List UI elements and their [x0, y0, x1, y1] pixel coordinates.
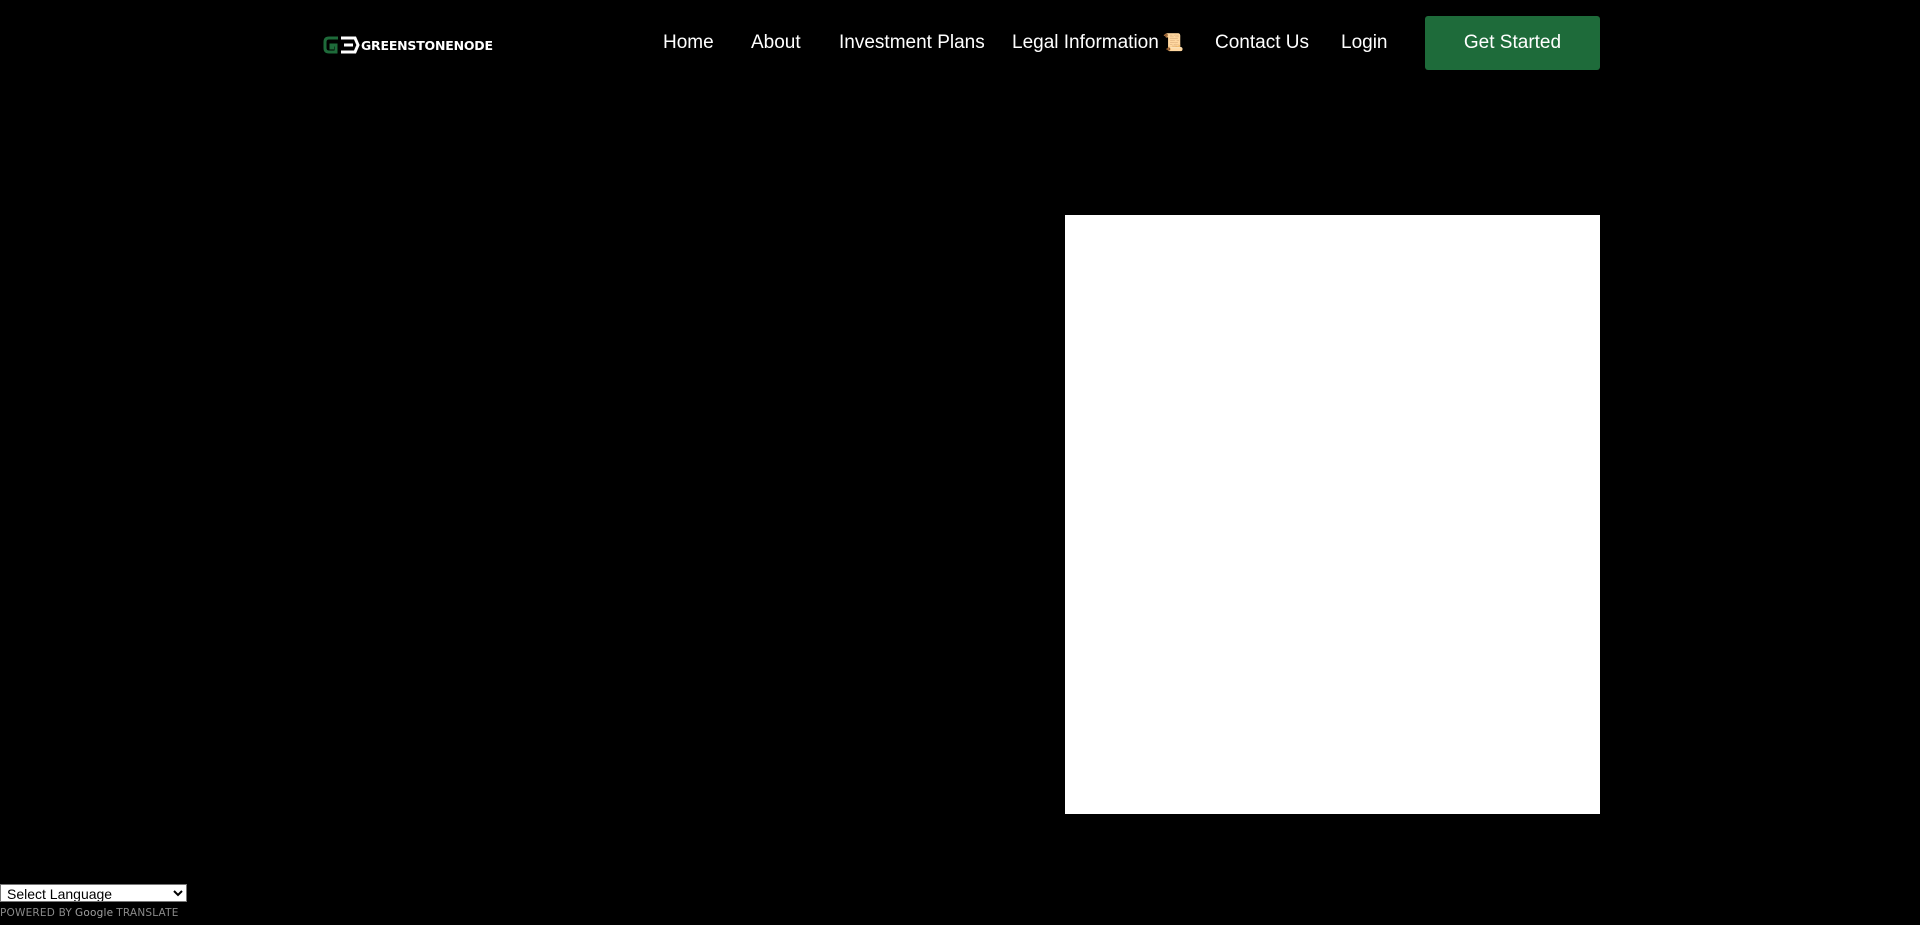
scroll-icon: 📜 — [1162, 33, 1184, 52]
google-translate-widget: Select Language POWERED BY Google TRANSLAT… — [0, 884, 188, 919]
google-logo-text: Google — [75, 907, 114, 919]
nav-about[interactable]: About — [751, 31, 801, 55]
hero-media-placeholder — [1065, 215, 1600, 814]
nav-login[interactable]: Login — [1341, 31, 1388, 55]
powered-by-google-translate: POWERED BY Google TRANSLATE — [0, 907, 188, 919]
translate-link[interactable]: TRANSLATE — [116, 907, 178, 919]
nav-legal-information[interactable]: Legal Information 📜 — [1012, 31, 1184, 55]
nav-contact-us[interactable]: Contact Us — [1215, 31, 1309, 55]
top-navbar: GREENSTONENODE Home About Investment Pla… — [0, 0, 1920, 86]
get-started-button[interactable]: Get Started — [1425, 16, 1600, 70]
nav-legal-label: Legal Information — [1012, 32, 1159, 53]
language-select[interactable]: Select Language — [0, 884, 187, 902]
nav-investment-plans[interactable]: Investment Plans — [839, 31, 985, 55]
logo-mark-icon — [323, 36, 360, 54]
logo-text: GREENSTONENODE — [361, 37, 493, 53]
powered-by-label: POWERED BY — [0, 907, 73, 919]
nav-home[interactable]: Home — [663, 31, 714, 55]
site-logo[interactable]: GREENSTONENODE — [322, 35, 493, 55]
